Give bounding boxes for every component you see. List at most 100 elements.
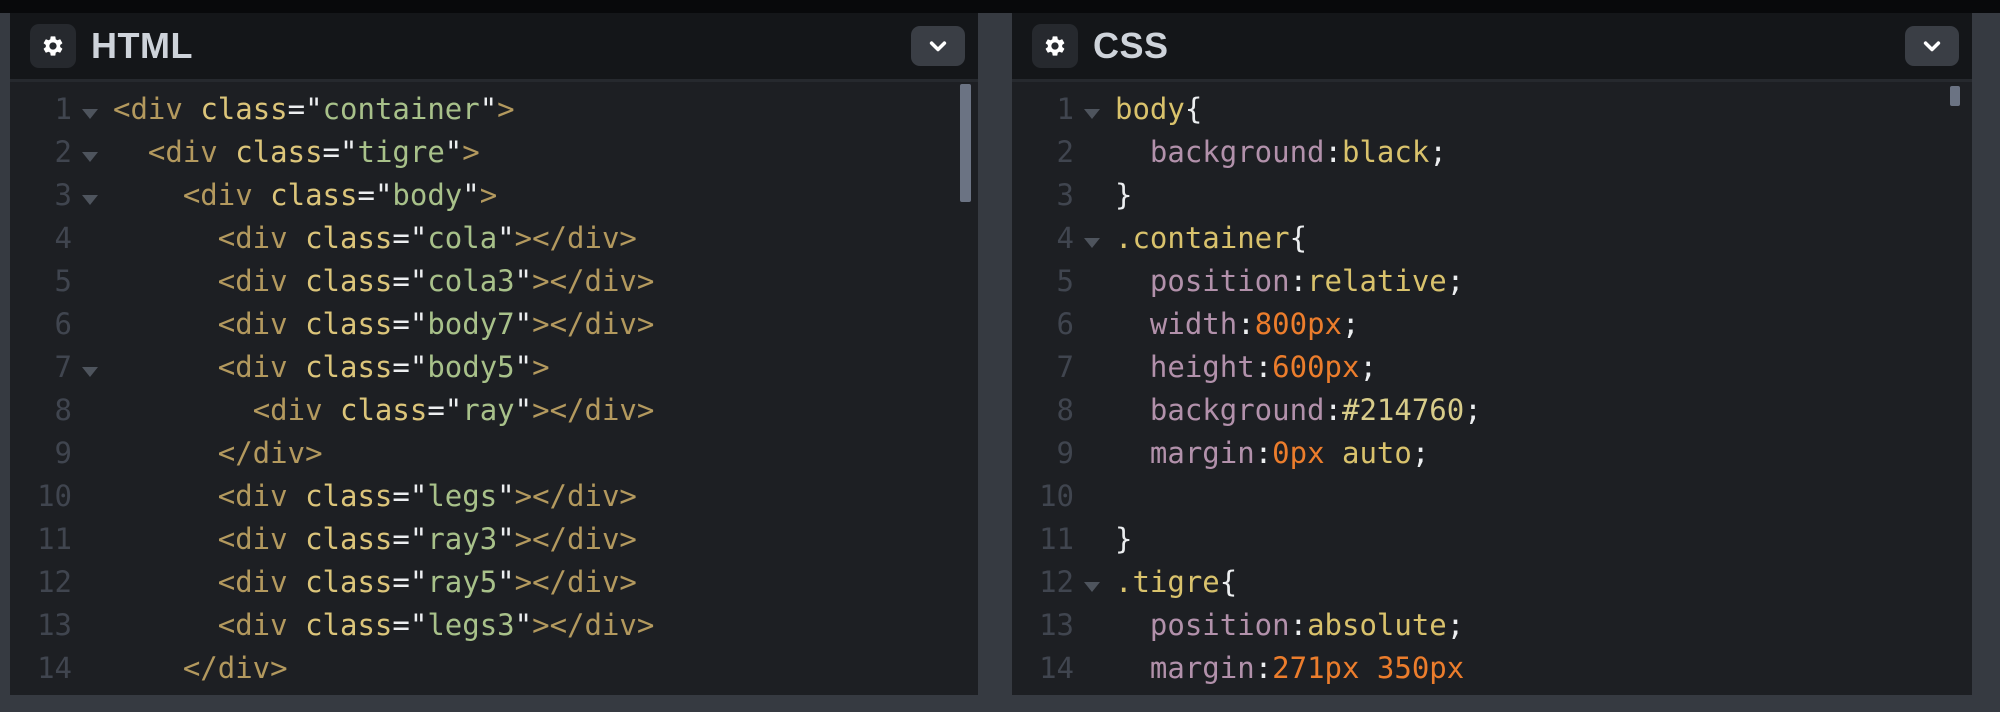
html-code-line-3[interactable]: 3 <div class="body"> — [10, 174, 978, 217]
css-code-line-14[interactable]: 14 margin:271px 350px — [1012, 647, 1972, 690]
html-settings-button[interactable] — [30, 24, 76, 68]
code-text: </div> — [113, 651, 288, 685]
code-text: <div class="ray"></div> — [113, 393, 654, 427]
fold-gutter — [72, 131, 113, 174]
html-code-line-5[interactable]: 5 <div class="cola3"></div> — [10, 260, 978, 303]
css-code-line-11[interactable]: 11} — [1012, 518, 1972, 561]
line-number: 2 — [1012, 131, 1074, 174]
code-text: <div class="ray5"></div> — [113, 565, 637, 599]
gear-icon — [41, 34, 65, 58]
html-code-line-8[interactable]: 8 <div class="ray"></div> — [10, 389, 978, 432]
line-number: 3 — [1012, 174, 1074, 217]
line-number: 11 — [10, 518, 72, 561]
fold-gutter — [72, 88, 113, 131]
line-number: 10 — [10, 475, 72, 518]
css-code-line-2[interactable]: 2 background:black; — [1012, 131, 1972, 174]
line-number: 6 — [1012, 303, 1074, 346]
code-text: <div class="container"> — [113, 92, 515, 126]
css-code-line-4[interactable]: 4.container{ — [1012, 217, 1972, 260]
code-text: <div class="cola3"></div> — [113, 264, 654, 298]
code-text: } — [1115, 178, 1132, 212]
fold-gutter — [1074, 561, 1115, 604]
css-code-line-6[interactable]: 6 width:800px; — [1012, 303, 1972, 346]
css-scrollbar-thumb[interactable] — [1950, 86, 1960, 106]
code-text: background:#214760; — [1115, 393, 1482, 427]
html-code-area[interactable]: 1 <div class="container"> 2 <div class="ti… — [10, 82, 978, 695]
fold-toggle-icon[interactable] — [1084, 238, 1100, 248]
html-code-line-14[interactable]: 14 </div> — [10, 647, 978, 690]
code-text: height:600px; — [1115, 350, 1377, 384]
gear-icon — [1043, 34, 1067, 58]
css-settings-button[interactable] — [1032, 24, 1078, 68]
fold-toggle-icon[interactable] — [82, 367, 98, 377]
code-text: position:relative; — [1115, 264, 1464, 298]
code-text: body{ — [1115, 92, 1202, 126]
chevron-down-icon — [924, 32, 952, 60]
html-code-line-10[interactable]: 10 <div class="legs"></div> — [10, 475, 978, 518]
css-code-line-5[interactable]: 5 position:relative; — [1012, 260, 1972, 303]
line-number: 4 — [10, 217, 72, 260]
code-text: } — [1115, 522, 1132, 556]
html-code-line-11[interactable]: 11 <div class="ray3"></div> — [10, 518, 978, 561]
css-panel-title: CSS — [1093, 25, 1169, 67]
line-number: 4 — [1012, 217, 1074, 260]
code-text: background:black; — [1115, 135, 1447, 169]
html-scrollbar-thumb[interactable] — [960, 84, 971, 202]
line-number: 14 — [1012, 647, 1074, 690]
line-number: 13 — [10, 604, 72, 647]
css-code-line-13[interactable]: 13 position:absolute; — [1012, 604, 1972, 647]
html-code-line-2[interactable]: 2 <div class="tigre"> — [10, 131, 978, 174]
html-code-line-12[interactable]: 12 <div class="ray5"></div> — [10, 561, 978, 604]
editor-workspace: HTML 1 <div class="container"> 2 <div clas… — [0, 0, 2000, 712]
css-code-area[interactable]: 1body{2 background:black;3}4.container{5… — [1012, 82, 1972, 695]
code-text: <div class="body5"> — [113, 350, 550, 384]
code-text: <div class="tigre"> — [113, 135, 480, 169]
code-text: </div> — [113, 436, 323, 470]
css-collapse-button[interactable] — [1905, 26, 1959, 66]
html-collapse-button[interactable] — [911, 26, 965, 66]
fold-toggle-icon[interactable] — [82, 109, 98, 119]
html-code-line-4[interactable]: 4 <div class="cola"></div> — [10, 217, 978, 260]
fold-toggle-icon[interactable] — [1084, 582, 1100, 592]
line-number: 5 — [10, 260, 72, 303]
html-code-line-6[interactable]: 6 <div class="body7"></div> — [10, 303, 978, 346]
fold-toggle-icon[interactable] — [82, 195, 98, 205]
css-panel-header: CSS — [1012, 13, 1972, 82]
css-code-line-1[interactable]: 1 body{ — [1012, 88, 1972, 131]
fold-toggle-icon[interactable] — [82, 152, 98, 162]
html-code-line-9[interactable]: 9 </div> — [10, 432, 978, 475]
code-text: margin:271px 350px — [1115, 651, 1464, 685]
code-text: .tigre{ — [1115, 565, 1237, 599]
code-text: <div class="ray3"></div> — [113, 522, 637, 556]
html-code-line-13[interactable]: 13 <div class="legs3"></div> — [10, 604, 978, 647]
code-text: <div class="cola"></div> — [113, 221, 637, 255]
css-code-line-10[interactable]: 10 — [1012, 475, 1972, 518]
line-number: 2 — [10, 131, 72, 174]
html-editor-panel: HTML 1 <div class="container"> 2 <div clas… — [10, 13, 978, 695]
css-code-line-7[interactable]: 7 height:600px; — [1012, 346, 1972, 389]
line-number: 13 — [1012, 604, 1074, 647]
line-number: 8 — [10, 389, 72, 432]
line-number: 9 — [10, 432, 72, 475]
html-code-line-7[interactable]: 7 <div class="body5"> — [10, 346, 978, 389]
line-number: 1 — [10, 88, 72, 131]
html-code-line-1[interactable]: 1 <div class="container"> — [10, 88, 978, 131]
css-code-line-8[interactable]: 8 background:#214760; — [1012, 389, 1972, 432]
line-number: 12 — [10, 561, 72, 604]
css-code-line-3[interactable]: 3} — [1012, 174, 1972, 217]
line-number: 7 — [1012, 346, 1074, 389]
css-code-line-9[interactable]: 9 margin:0px auto; — [1012, 432, 1972, 475]
line-number: 9 — [1012, 432, 1074, 475]
code-text: margin:0px auto; — [1115, 436, 1429, 470]
line-number: 3 — [10, 174, 72, 217]
fold-gutter — [72, 174, 113, 217]
fold-gutter — [1074, 217, 1115, 260]
code-text: width:800px; — [1115, 307, 1359, 341]
html-panel-title: HTML — [91, 25, 193, 67]
fold-gutter — [1074, 88, 1115, 131]
fold-toggle-icon[interactable] — [1084, 109, 1100, 119]
code-text: <div class="legs3"></div> — [113, 608, 654, 642]
line-number: 1 — [1012, 88, 1074, 131]
css-code-line-12[interactable]: 12.tigre{ — [1012, 561, 1972, 604]
top-bar — [0, 0, 2000, 13]
